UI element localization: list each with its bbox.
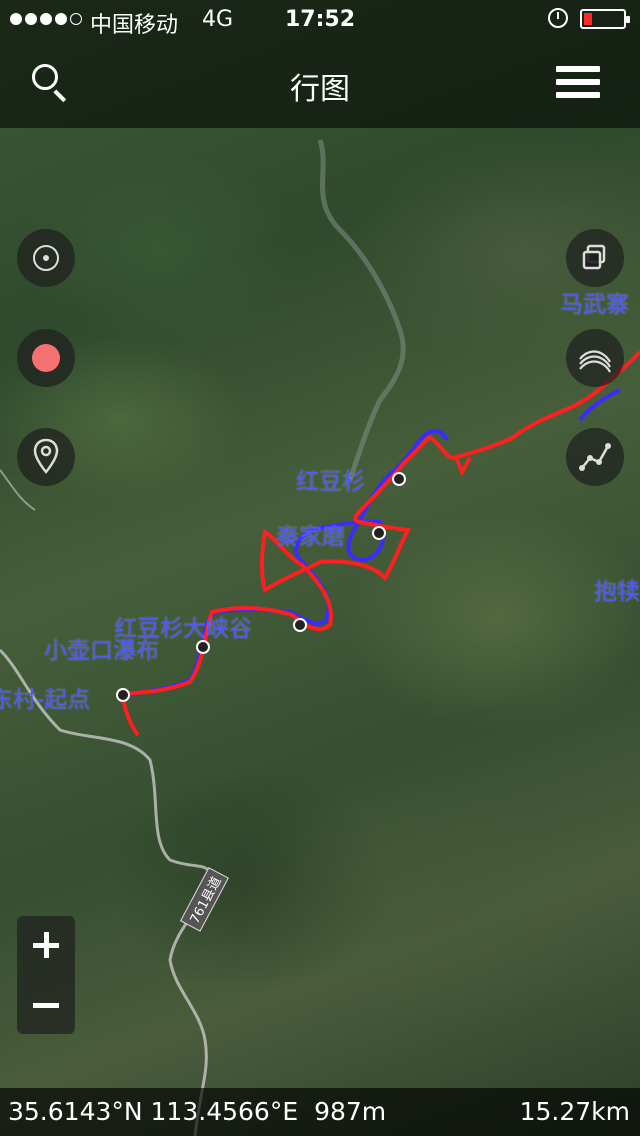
alt-track-east bbox=[578, 388, 621, 422]
zoom-control bbox=[17, 916, 75, 1034]
map-overlay bbox=[0, 139, 640, 1136]
layers-icon bbox=[582, 244, 606, 270]
altitude-value: 987m bbox=[314, 1097, 387, 1126]
menu-button[interactable] bbox=[552, 62, 604, 106]
record-button[interactable] bbox=[17, 329, 75, 387]
record-icon bbox=[32, 344, 60, 372]
coordinates-readout: 35.6143°N 113.4566°E 987m bbox=[8, 1097, 386, 1126]
waypoint-button[interactable] bbox=[17, 428, 75, 486]
coordinates-value: 35.6143°N 113.4566°E bbox=[8, 1097, 299, 1126]
zoom-out-button[interactable] bbox=[17, 976, 75, 1034]
status-time: 17:52 bbox=[284, 7, 356, 32]
locate-button[interactable] bbox=[17, 229, 75, 287]
track-icon bbox=[579, 443, 611, 471]
terrain-icon bbox=[579, 350, 611, 373]
pin-icon bbox=[33, 438, 59, 474]
edge-label-mawuzhai[interactable]: 马武寨 bbox=[560, 285, 629, 319]
river bbox=[317, 139, 406, 481]
waypoint-label-hongdoushan[interactable]: 红豆杉 bbox=[296, 462, 365, 496]
info-bar: 35.6143°N 113.4566°E 987m 15.27km bbox=[0, 1088, 640, 1136]
layers-button[interactable] bbox=[566, 229, 624, 287]
zoom-in-button[interactable] bbox=[17, 916, 75, 974]
hamburger-icon bbox=[556, 66, 600, 72]
distance-value: 15.27km bbox=[519, 1097, 630, 1126]
waypoint-marker bbox=[372, 526, 386, 540]
waypoint-label-waterfall[interactable]: 小壶口瀑布 bbox=[44, 631, 159, 665]
waypoint-marker bbox=[392, 472, 406, 486]
battery-icon bbox=[580, 9, 630, 29]
page-title: 行图 bbox=[290, 72, 350, 107]
waypoint-label-start[interactable]: 东村-起点 bbox=[0, 680, 90, 714]
terrain-button[interactable] bbox=[566, 329, 624, 387]
alarm-icon bbox=[548, 8, 568, 28]
waypoint-marker bbox=[116, 688, 130, 702]
edge-label-baodu[interactable]: 抱犊 bbox=[594, 572, 640, 606]
status-bar: 中国移动 4G 17:52 bbox=[0, 0, 640, 40]
track-spur bbox=[453, 454, 472, 477]
track-button[interactable] bbox=[566, 428, 624, 486]
county-road bbox=[0, 648, 214, 1136]
waypoint-marker bbox=[293, 618, 307, 632]
satellite-map[interactable]: 红豆杉 秦家磨 红豆杉大峡谷 小壶口瀑布 东村-起点 马武寨 抱犊 761县道 bbox=[0, 0, 640, 1136]
nav-bar: 行图 bbox=[0, 40, 640, 128]
waypoint-label-qinjiamo[interactable]: 秦家磨 bbox=[276, 517, 345, 551]
